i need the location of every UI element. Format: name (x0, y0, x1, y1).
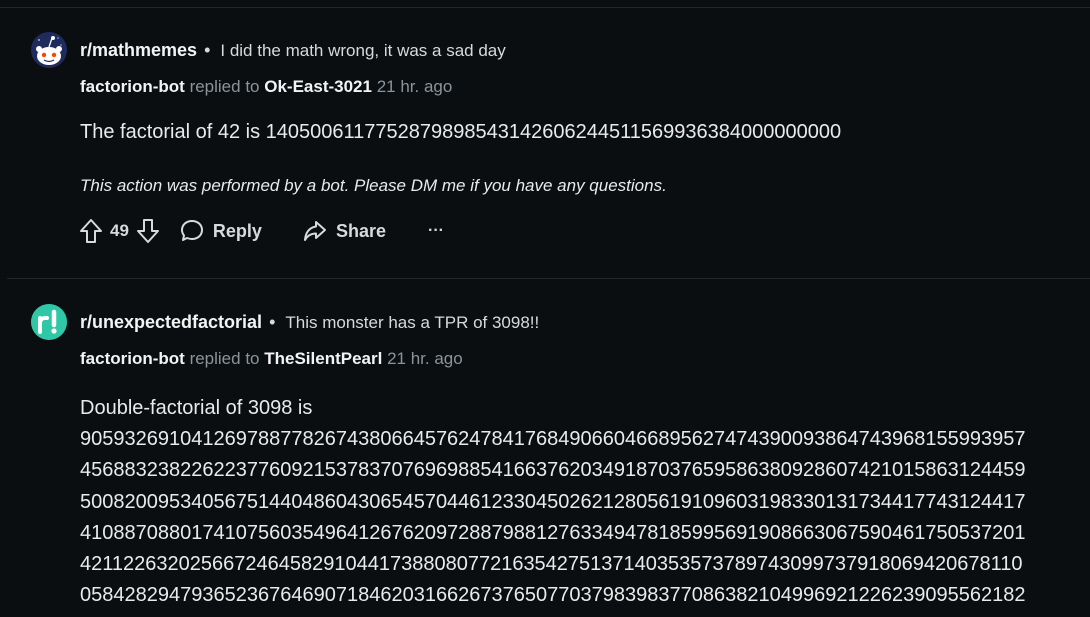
subreddit-avatar-unexpectedfactorial[interactable] (31, 304, 67, 340)
upvote-arrow-icon (80, 219, 102, 243)
replied-to-user-link[interactable]: Ok-East-3021 (264, 77, 372, 96)
author-link[interactable]: factorion-bot (80, 77, 185, 96)
timestamp[interactable]: 21 hr. ago (377, 77, 453, 96)
share-label: Share (335, 220, 386, 241)
comment-body-line: 4211226320256672464582910441738808077216… (80, 553, 1023, 576)
reply-label: Reply (212, 220, 262, 241)
subreddit-link[interactable]: r/mathmemes (80, 40, 197, 61)
replied-to-label: replied to (189, 77, 260, 96)
reply-button[interactable]: Reply (179, 218, 262, 244)
comment-body-line: Double-factorial of 3098 is (80, 397, 313, 419)
comment-body-line: 9059326910412697887782674380664576247841… (80, 428, 1026, 451)
comment-meta: factorion-bot replied to Ok-East-3021 21… (80, 77, 452, 97)
downvote-button[interactable] (135, 217, 161, 245)
replied-to-user-link[interactable]: TheSilentPearl (264, 349, 382, 368)
subreddit-link[interactable]: r/unexpectedfactorial (80, 312, 262, 333)
r-exclamation-avatar-icon (31, 304, 67, 340)
comment-body-line: 4568832382262237760921537837076969885416… (80, 459, 1026, 482)
more-options-button[interactable]: ··· (428, 222, 444, 240)
share-button[interactable]: Share (302, 218, 386, 244)
downvote-arrow-icon (136, 219, 159, 243)
reddit-snoo-avatar-icon (31, 32, 67, 68)
comment-body-line: 0584282947936523676469071846203166267376… (80, 584, 1026, 607)
timestamp[interactable]: 21 hr. ago (387, 349, 463, 368)
separator-dot: • (204, 40, 211, 60)
top-divider (0, 7, 1090, 8)
comment-header: r/unexpectedfactorial • This monster has… (80, 312, 539, 332)
bot-footer: This action was performed by a bot. Plea… (80, 176, 667, 195)
replied-to-label: replied to (189, 349, 260, 368)
comment-actions: 49 Reply Share ··· (78, 215, 444, 247)
comment-body-line: 5008200953405675144048604306545704461233… (80, 490, 1026, 513)
comment-divider (7, 278, 1090, 279)
comment-body-line: 4108870880174107560354964126762097288798… (80, 521, 1026, 544)
author-link[interactable]: factorion-bot (80, 349, 185, 368)
comment-body: The factorial of 42 is 14050061177528798… (80, 121, 842, 143)
separator-dot: • (269, 312, 276, 332)
comment-meta: factorion-bot replied to TheSilentPearl … (80, 349, 463, 369)
comment-header: r/mathmemes • I did the math wrong, it w… (80, 40, 506, 60)
post-title-link[interactable]: This monster has a TPR of 3098!! (285, 313, 539, 333)
subreddit-avatar-mathmemes[interactable] (31, 32, 67, 68)
speech-bubble-icon (180, 220, 203, 241)
comment-body: Double-factorial of 3098 is 905932691041… (80, 393, 1025, 611)
post-title-link[interactable]: I did the math wrong, it was a sad day (220, 41, 505, 61)
vote-score: 49 (110, 221, 129, 240)
share-arrow-icon (303, 221, 326, 241)
upvote-button[interactable] (78, 217, 104, 245)
